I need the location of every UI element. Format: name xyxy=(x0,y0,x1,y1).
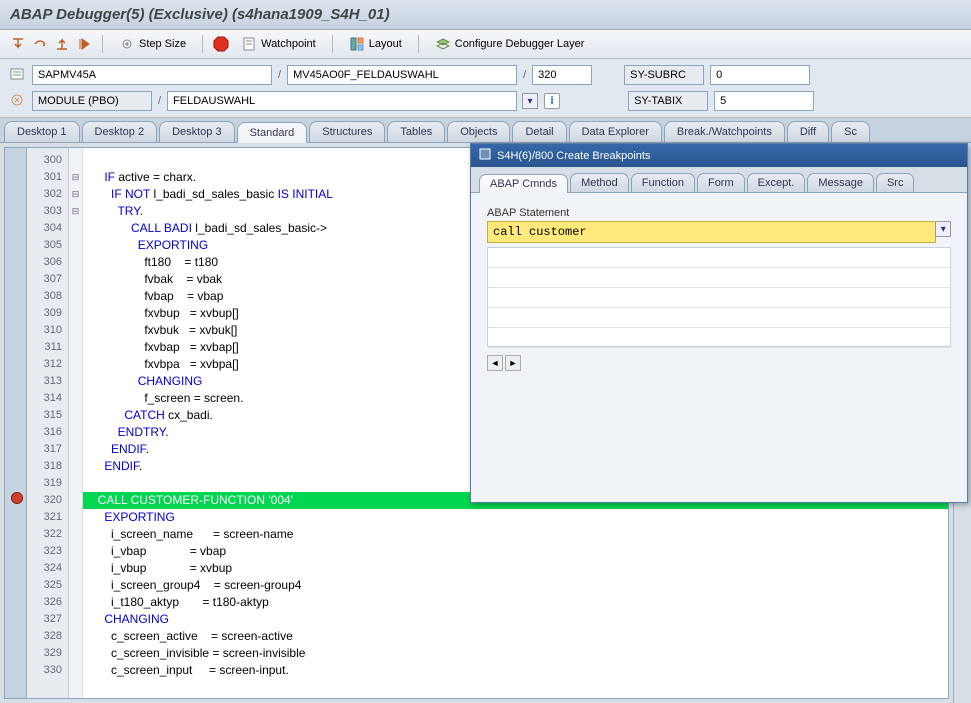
dialog-tab-method[interactable]: Method xyxy=(570,173,629,192)
step-size-button[interactable]: Step Size xyxy=(113,34,192,54)
program-icon[interactable] xyxy=(10,67,26,83)
code-line[interactable]: i_screen_name = screen-name xyxy=(83,526,948,543)
type-field xyxy=(32,91,152,111)
main-tabs: Desktop 1Desktop 2Desktop 3StandardStruc… xyxy=(0,118,971,143)
value-help-icon[interactable]: ▾ xyxy=(935,221,951,237)
main-area: 3003013023033043053063073083093103113123… xyxy=(0,143,971,703)
layout-label: Layout xyxy=(369,38,402,50)
abap-statement-label: ABAP Statement xyxy=(487,207,951,219)
step-over-icon[interactable] xyxy=(32,36,48,52)
next-button[interactable]: ► xyxy=(505,355,521,371)
watchpoint-label: Watchpoint xyxy=(261,38,316,50)
layers-icon xyxy=(435,36,451,52)
dialog-tab-message[interactable]: Message xyxy=(807,173,874,192)
dialog-tab-abap-cmnds[interactable]: ABAP Cmnds xyxy=(479,174,568,193)
dialog-tab-function[interactable]: Function xyxy=(631,173,695,192)
include-field[interactable] xyxy=(287,65,517,85)
create-breakpoints-dialog: S4H(6)/800 Create Breakpoints ABAP Cmnds… xyxy=(470,143,968,503)
tab-desktop-2[interactable]: Desktop 2 xyxy=(82,121,158,142)
code-line[interactable]: c_screen_input = screen-input. xyxy=(83,662,948,679)
dialog-system-icon xyxy=(479,148,491,163)
main-toolbar: Step Size Watchpoint Layout Configure De… xyxy=(0,30,971,59)
statement-list[interactable] xyxy=(487,247,951,347)
code-line[interactable]: CHANGING xyxy=(83,611,948,628)
dialog-tab-except-[interactable]: Except. xyxy=(747,173,806,192)
configure-label: Configure Debugger Layer xyxy=(455,38,585,50)
value-help-icon[interactable]: ▾ xyxy=(522,93,538,109)
step-size-label: Step Size xyxy=(139,38,186,50)
code-line[interactable]: EXPORTING xyxy=(83,509,948,526)
configure-button[interactable]: Configure Debugger Layer xyxy=(429,34,591,54)
dialog-titlebar[interactable]: S4H(6)/800 Create Breakpoints xyxy=(471,144,967,167)
window-title: ABAP Debugger(5) (Exclusive) (s4hana1909… xyxy=(0,0,971,30)
code-line[interactable]: i_vbup = xvbup xyxy=(83,560,948,577)
subrc-label xyxy=(624,65,704,85)
code-line[interactable]: i_vbap = vbap xyxy=(83,543,948,560)
tab-desktop-3[interactable]: Desktop 3 xyxy=(159,121,235,142)
subrc-value[interactable] xyxy=(710,65,810,85)
layout-icon xyxy=(349,36,365,52)
prev-button[interactable]: ◄ xyxy=(487,355,503,371)
dialog-nav: ◄ ► xyxy=(487,355,951,371)
dialog-title: S4H(6)/800 Create Breakpoints xyxy=(497,150,650,162)
dialog-tab-form[interactable]: Form xyxy=(697,173,745,192)
info-icon[interactable]: i xyxy=(544,93,560,109)
breakpoint-marker[interactable] xyxy=(11,492,23,504)
separator: / xyxy=(523,69,526,81)
tab-tables[interactable]: Tables xyxy=(387,121,445,142)
code-line[interactable]: c_screen_active = screen-active xyxy=(83,628,948,645)
tab-objects[interactable]: Objects xyxy=(447,121,510,142)
document-icon xyxy=(241,36,257,52)
tab-detail[interactable]: Detail xyxy=(512,121,566,142)
routine-icon[interactable] xyxy=(10,93,26,109)
breakpoint-gutter[interactable] xyxy=(5,148,27,698)
line-numbers: 3003013023033043053063073083093103113123… xyxy=(27,148,69,698)
watchpoint-button[interactable]: Watchpoint xyxy=(235,34,322,54)
separator: / xyxy=(158,95,161,107)
tab-desktop-1[interactable]: Desktop 1 xyxy=(4,121,80,142)
tabix-value[interactable] xyxy=(714,91,814,111)
context-bar: / / / ▾ i xyxy=(0,59,971,118)
tab-standard[interactable]: Standard xyxy=(237,122,308,143)
tab-diff[interactable]: Diff xyxy=(787,121,829,142)
abap-statement-input[interactable] xyxy=(487,221,936,243)
gear-icon xyxy=(119,36,135,52)
tab-sc[interactable]: Sc xyxy=(831,121,870,142)
tab-structures[interactable]: Structures xyxy=(309,121,385,142)
dialog-body: ABAP Statement ▾ ◄ ► xyxy=(471,193,967,502)
continue-icon[interactable] xyxy=(76,36,92,52)
dialog-tabs: ABAP CmndsMethodFunctionFormExcept.Messa… xyxy=(471,167,967,193)
fold-column[interactable]: ⊟⊟⊟ xyxy=(69,148,83,698)
program-field[interactable] xyxy=(32,65,272,85)
dialog-tab-src[interactable]: Src xyxy=(876,173,915,192)
separator: / xyxy=(278,69,281,81)
step-out-icon[interactable] xyxy=(54,36,70,52)
code-line[interactable]: c_screen_invisible = screen-invisible xyxy=(83,645,948,662)
tabix-label xyxy=(628,91,708,111)
routine-field[interactable] xyxy=(167,91,517,111)
tab-data-explorer[interactable]: Data Explorer xyxy=(569,121,662,142)
code-line[interactable]: i_t180_aktyp = t180-aktyp xyxy=(83,594,948,611)
layout-button[interactable]: Layout xyxy=(343,34,408,54)
code-line[interactable]: i_screen_group4 = screen-group4 xyxy=(83,577,948,594)
tab-break-watchpoints[interactable]: Break./Watchpoints xyxy=(664,121,785,142)
stop-icon[interactable] xyxy=(213,36,229,52)
line-field[interactable] xyxy=(532,65,592,85)
step-into-icon[interactable] xyxy=(10,36,26,52)
